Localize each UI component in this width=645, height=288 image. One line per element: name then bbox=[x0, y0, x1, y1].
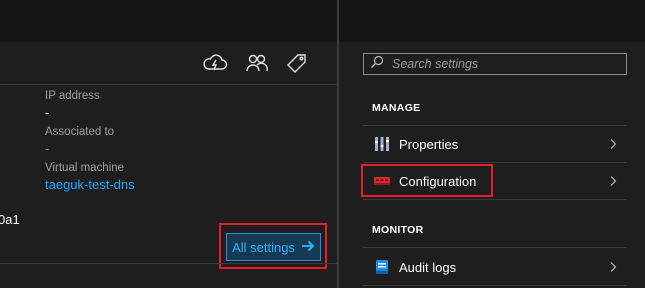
all-settings-label: All settings bbox=[232, 239, 295, 255]
configuration-highlight-box bbox=[361, 164, 493, 197]
divider-line bbox=[363, 199, 627, 200]
section-monitor-header: MONITOR bbox=[372, 224, 424, 236]
settings-header bbox=[339, 0, 645, 42]
associated-to-label: Associated to bbox=[45, 126, 115, 138]
associated-to-property: Associated to - bbox=[45, 126, 114, 156]
search-settings-input[interactable] bbox=[390, 56, 624, 72]
section-manage-header: MANAGE bbox=[372, 102, 421, 114]
truncated-text: 0a1 bbox=[0, 212, 20, 227]
associated-to-value[interactable]: - bbox=[45, 141, 114, 156]
virtual-machine-property: Virtual machine taeguk-test-dns bbox=[45, 162, 135, 192]
divider-line bbox=[363, 285, 627, 286]
virtual-machine-link[interactable]: taeguk-test-dns bbox=[45, 177, 135, 192]
search-settings-box[interactable] bbox=[363, 53, 627, 75]
menu-item-label: Properties bbox=[399, 136, 459, 152]
chevron-right-icon bbox=[609, 174, 617, 192]
ip-address-label: IP address bbox=[45, 90, 100, 102]
properties-icon bbox=[373, 135, 391, 153]
ip-address-value: - bbox=[45, 105, 50, 120]
ip-address-property: IP address - bbox=[45, 90, 100, 120]
blade-header bbox=[0, 0, 337, 42]
tag-icon[interactable] bbox=[283, 50, 309, 76]
cloud-lightning-icon[interactable] bbox=[202, 50, 228, 76]
menu-item-audit-logs[interactable]: Audit logs bbox=[363, 249, 627, 285]
users-icon[interactable] bbox=[244, 50, 270, 76]
divider-line bbox=[0, 263, 337, 264]
menu-item-label: Audit logs bbox=[399, 259, 457, 275]
settings-blade: MANAGE Properties Configuration MONITOR … bbox=[339, 0, 645, 288]
search-icon bbox=[370, 55, 384, 74]
virtual-machine-label: Virtual machine bbox=[45, 162, 125, 174]
menu-item-properties[interactable]: Properties bbox=[363, 126, 627, 162]
audit-logs-icon bbox=[373, 258, 391, 276]
chevron-right-icon bbox=[609, 260, 617, 278]
arrow-right-icon bbox=[301, 240, 315, 255]
all-settings-button[interactable]: All settings bbox=[226, 233, 321, 261]
blade-toolbar bbox=[0, 42, 337, 85]
resource-blade: IP address - Associated to - Virtual mac… bbox=[0, 0, 337, 288]
divider-line bbox=[363, 247, 627, 248]
chevron-right-icon bbox=[609, 137, 617, 155]
